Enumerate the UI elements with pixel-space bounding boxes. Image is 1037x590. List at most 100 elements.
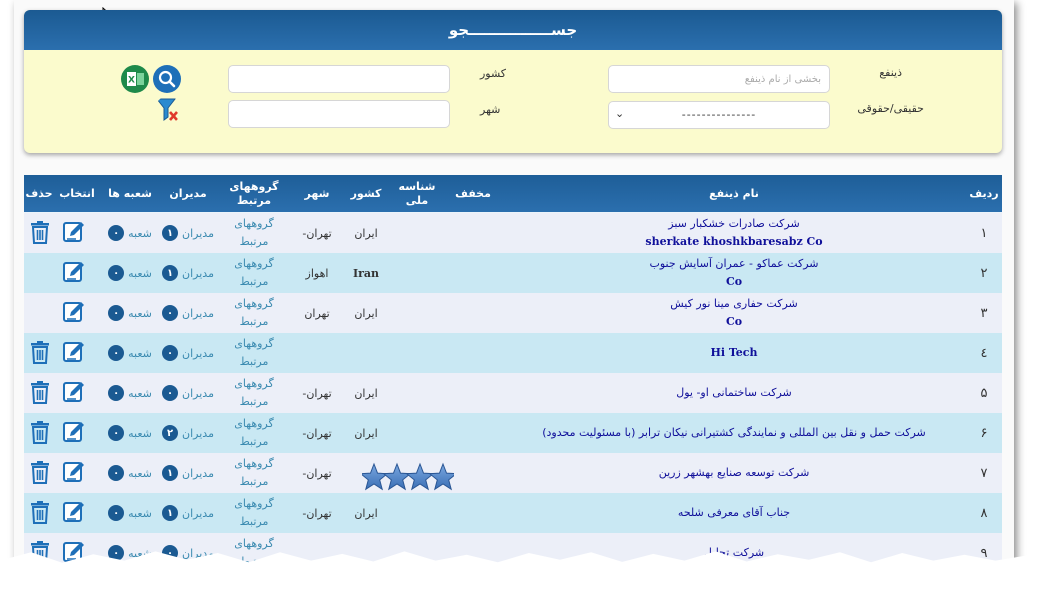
managers-link[interactable]: مدیران ۱ [160, 213, 216, 253]
related-groups-line1[interactable]: گروههای [234, 375, 273, 393]
managers-link[interactable]: مدیران ۱ [160, 253, 216, 293]
holder-name-link[interactable]: شرکت توسعه صنایع بهشهر زرین [504, 453, 964, 493]
trash-icon[interactable] [28, 500, 52, 524]
branches-link[interactable]: شعبه ۰ [102, 453, 158, 493]
managers-link[interactable]: مدیران ۰ [160, 293, 216, 333]
holder-name-link[interactable]: جناب آقای معرفی شلحه [504, 493, 964, 533]
holder-name-link[interactable]: شرکت ساختمانی او- یول [504, 373, 964, 413]
managers-label[interactable]: مدیران [182, 427, 214, 440]
related-groups-link[interactable]: گروههای مرتبط [218, 213, 290, 253]
related-groups-link[interactable]: گروههای مرتبط [218, 253, 290, 293]
edit-icon[interactable] [62, 500, 86, 524]
branches-label[interactable]: شعبه [128, 427, 152, 440]
trash-icon[interactable] [28, 540, 52, 564]
branches-label[interactable]: شعبه [128, 267, 152, 280]
related-groups-line1[interactable]: گروههای [234, 255, 273, 273]
related-groups-line2[interactable]: مرتبط [240, 473, 269, 491]
trash-icon[interactable] [28, 220, 52, 244]
holder-name-link[interactable]: شرکت عماکو - عمران آسایش جنوب Co [504, 253, 964, 293]
city-input[interactable] [228, 100, 450, 128]
related-groups-link[interactable]: گروههای مرتبط [218, 333, 290, 373]
related-groups-line1[interactable]: گروههای [234, 295, 273, 313]
trash-icon[interactable] [28, 460, 52, 484]
managers-label[interactable]: مدیران [182, 347, 214, 360]
holder-name-link[interactable]: شرکت حفاری مینا نور کیش Co [504, 293, 964, 333]
holder-name-link[interactable]: شرکت صادرات خشکبار سبز sherkate khoshkbar… [504, 213, 964, 253]
managers-link[interactable]: مدیران ۲ [160, 413, 216, 453]
holder-name-fa[interactable]: شرکت ساختمانی او- یول [676, 384, 792, 402]
managers-label[interactable]: مدیران [182, 547, 214, 560]
related-groups-line2[interactable]: مرتبط [240, 313, 269, 331]
related-groups-line1[interactable]: گروههای [234, 335, 273, 353]
managers-link[interactable]: مدیران ۱ [160, 453, 216, 493]
related-groups-link[interactable]: گروههای مرتبط [218, 293, 290, 333]
related-groups-line2[interactable]: مرتبط [240, 273, 269, 291]
holder-name-link[interactable]: Hi Tech [504, 333, 964, 373]
country-input[interactable] [228, 65, 450, 93]
edit-icon[interactable] [62, 460, 86, 484]
header-holder-name[interactable]: نام ذینفع [504, 175, 964, 212]
holder-name-link[interactable]: شرکت حمل و نقل بین المللی و نمایندگی کشت… [504, 413, 964, 453]
trash-icon[interactable] [28, 340, 52, 364]
holder-search-input[interactable] [608, 65, 830, 93]
branches-label[interactable]: شعبه [128, 507, 152, 520]
related-groups-line2[interactable]: مرتبط [240, 233, 269, 251]
header-row-number[interactable]: ردیف [966, 175, 1002, 212]
branches-link[interactable]: شعبه ۰ [102, 213, 158, 253]
branches-label[interactable]: شعبه [128, 347, 152, 360]
edit-icon[interactable] [62, 220, 86, 244]
holder-name-fa[interactable]: شرکت حمل و نقل بین المللی و نمایندگی کشت… [542, 424, 926, 442]
header-national-id[interactable]: شناسه ملی [388, 175, 446, 212]
managers-label[interactable]: مدیران [182, 227, 214, 240]
header-country[interactable]: کشور [344, 175, 388, 212]
managers-link[interactable]: مدیران ۰ [160, 333, 216, 373]
clear-filter-icon[interactable] [155, 96, 181, 124]
related-groups-line2[interactable]: مرتبط [240, 433, 269, 451]
managers-label[interactable]: مدیران [182, 507, 214, 520]
excel-export-icon[interactable]: X [120, 64, 150, 94]
managers-label[interactable]: مدیران [182, 307, 214, 320]
related-groups-link[interactable]: گروههای مرتبط [218, 413, 290, 453]
holder-name-en[interactable]: Co [726, 313, 742, 331]
managers-link[interactable]: مدیران ۰ [160, 373, 216, 413]
edit-icon[interactable] [62, 340, 86, 364]
related-groups-line1[interactable]: گروههای [234, 215, 273, 233]
related-groups-line2[interactable]: مرتبط [240, 553, 269, 566]
holder-name-link[interactable]: شرکت تحلیل [504, 533, 964, 566]
trash-icon[interactable] [28, 380, 52, 404]
managers-link[interactable]: مدیران ۱ [160, 493, 216, 533]
managers-label[interactable]: مدیران [182, 267, 214, 280]
edit-icon[interactable] [62, 300, 86, 324]
branches-link[interactable]: شعبه ۰ [102, 413, 158, 453]
holder-name-fa[interactable]: شرکت صادرات خشکبار سبز [668, 215, 799, 233]
related-groups-link[interactable]: گروههای مرتبط [218, 533, 290, 566]
holder-name-fa[interactable]: جناب آقای معرفی شلحه [678, 504, 790, 522]
branches-link[interactable]: شعبه ۰ [102, 253, 158, 293]
branches-label[interactable]: شعبه [128, 227, 152, 240]
related-groups-line1[interactable]: گروههای [234, 455, 273, 473]
edit-icon[interactable] [62, 380, 86, 404]
related-groups-line2[interactable]: مرتبط [240, 393, 269, 411]
edit-icon[interactable] [62, 540, 86, 564]
related-groups-line2[interactable]: مرتبط [240, 353, 269, 371]
branches-label[interactable]: شعبه [128, 467, 152, 480]
branches-link[interactable]: شعبه ۰ [102, 373, 158, 413]
header-abbreviation[interactable]: مخفف [448, 175, 498, 212]
person-type-select[interactable]: ⌄ --------------- [608, 101, 830, 129]
branches-link[interactable]: شعبه ۰ [102, 533, 158, 566]
holder-name-fa[interactable]: شرکت عماکو - عمران آسایش جنوب [650, 255, 819, 273]
related-groups-line1[interactable]: گروههای [234, 495, 273, 513]
managers-label[interactable]: مدیران [182, 387, 214, 400]
header-city[interactable]: شهر [292, 175, 342, 212]
holder-name-fa[interactable]: شرکت تحلیل [704, 544, 764, 562]
edit-icon[interactable] [62, 420, 86, 444]
holder-name-en[interactable]: Co [726, 273, 742, 291]
related-groups-link[interactable]: گروههای مرتبط [218, 453, 290, 493]
trash-icon[interactable] [28, 420, 52, 444]
related-groups-line1[interactable]: گروههای [234, 415, 273, 433]
related-groups-line2[interactable]: مرتبط [240, 513, 269, 531]
edit-icon[interactable] [62, 260, 86, 284]
branches-label[interactable]: شعبه [128, 547, 152, 560]
branches-link[interactable]: شعبه ۰ [102, 493, 158, 533]
managers-label[interactable]: مدیران [182, 467, 214, 480]
